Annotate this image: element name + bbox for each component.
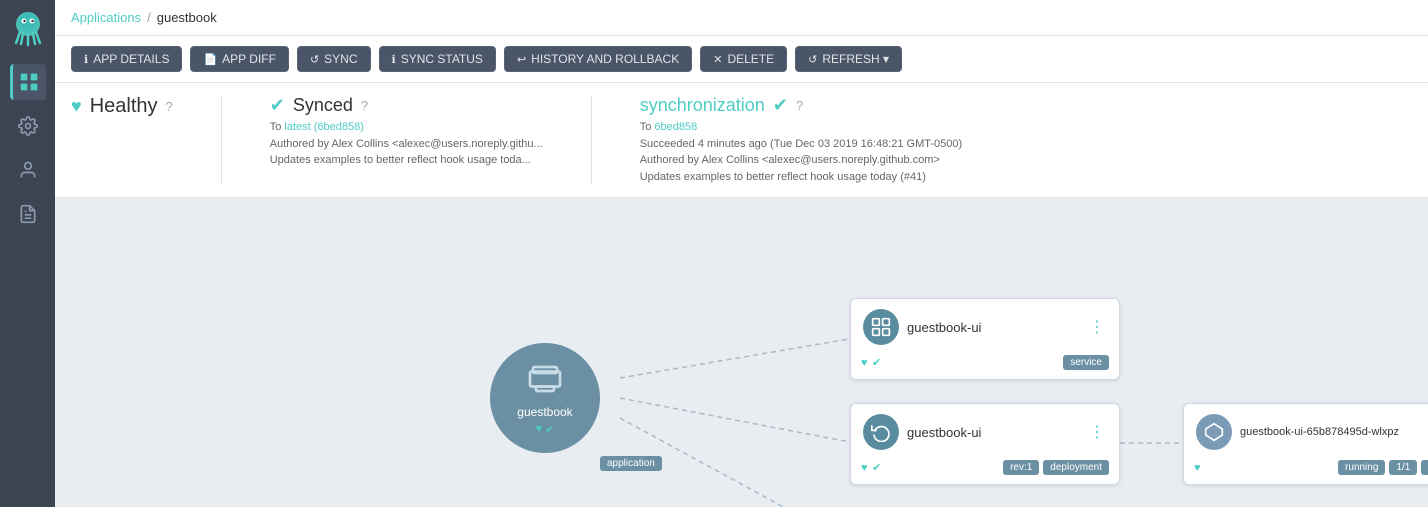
deployment-badges: rev:1 deployment <box>1003 460 1109 475</box>
refresh-button[interactable]: ↺ REFRESH ▾ <box>795 46 902 72</box>
sync-check-icon: ✔ <box>773 95 788 116</box>
pod-node-status: ♥ <box>1194 458 1201 476</box>
pod-node-header: guestbook-ui-65b878495d-wlxpz ⋮ <box>1184 404 1428 456</box>
service-node-status: ♥ ✔ <box>861 353 881 371</box>
sync-commit-link[interactable]: 6bed858 <box>654 121 697 133</box>
healthy-status: ♥ Healthy ? <box>71 95 173 118</box>
synced-label: Synced <box>293 95 353 116</box>
sync-meta: To 6bed858 Succeeded 4 minutes ago (Tue … <box>640 119 962 185</box>
synced-commit-link[interactable]: latest (6bed858) <box>284 121 364 133</box>
app-node-icon <box>527 361 563 405</box>
topbar: Applications / guestbook <box>55 0 1428 36</box>
info-icon: ℹ <box>84 53 88 66</box>
service-badge: service <box>1063 355 1109 370</box>
sync-author: Authored by Alex Collins <alexec@users.n… <box>640 154 940 166</box>
pod-node: guestbook-ui-65b878495d-wlxpz ⋮ ♥ runnin… <box>1183 403 1428 485</box>
app-node[interactable]: guestbook ♥ ✔ <box>490 343 600 453</box>
sidebar-item-docs[interactable] <box>10 196 46 232</box>
delete-icon: ✕ <box>713 53 722 66</box>
pod-icon <box>1196 414 1232 450</box>
statusbar: ♥ Healthy ? ✔ Synced ? To latest (6bed85… <box>55 83 1428 198</box>
deployment-icon <box>863 414 899 450</box>
heartbeat-icon: ♥ <box>71 96 82 117</box>
graph-area: guestbook ♥ ✔ application <box>55 198 1428 507</box>
synced-message: Updates examples to better reflect hook … <box>270 154 531 166</box>
deployment-node-menu[interactable]: ⋮ <box>1087 420 1107 444</box>
synced-meta: To latest (6bed858) Authored by Alex Col… <box>270 119 543 169</box>
deployment-node-status: ♥ ✔ <box>861 458 881 476</box>
refresh-icon: ↺ <box>808 53 817 66</box>
sidebar-item-user[interactable] <box>10 152 46 188</box>
deployment-node: guestbook-ui ⋮ ♥ ✔ rev:1 deployment <box>850 403 1120 485</box>
sync-status-section: synchronization ✔ ? To 6bed858 Succeeded… <box>640 95 962 185</box>
synced-check-icon: ✔ <box>270 95 285 116</box>
service-node-title: guestbook-ui <box>907 320 1079 335</box>
sync-status-button[interactable]: ℹ SYNC STATUS <box>379 46 496 72</box>
main-content: Applications / guestbook ℹ APP DETAILS 📄… <box>55 0 1428 507</box>
healthy-help-icon[interactable]: ? <box>166 99 173 114</box>
service-node: guestbook-ui ⋮ ♥ ✔ service <box>850 298 1120 380</box>
breadcrumb-apps-link[interactable]: Applications <box>71 10 141 25</box>
pod-badges: running 1/1 pod <box>1338 460 1428 475</box>
count-badge: 1/1 <box>1389 460 1417 475</box>
sync-button[interactable]: ↺ SYNC <box>297 46 371 72</box>
breadcrumb-separator: / <box>147 10 151 25</box>
synced-author: Authored by Alex Collins <alexec@users.n… <box>270 138 543 150</box>
synced-status: ✔ Synced ? To latest (6bed858) Authored … <box>270 95 543 169</box>
synced-help-icon[interactable]: ? <box>361 98 368 113</box>
running-badge: running <box>1338 460 1385 475</box>
app-details-button[interactable]: ℹ APP DETAILS <box>71 46 182 72</box>
sidebar <box>0 0 55 507</box>
sync-icon: ↺ <box>310 53 319 66</box>
sync-message: Updates examples to better reflect hook … <box>640 171 926 183</box>
history-rollback-button[interactable]: ↩ HISTORY AND ROLLBACK <box>504 46 692 72</box>
service-node-menu[interactable]: ⋮ <box>1087 315 1107 339</box>
app-logo <box>8 8 48 48</box>
sync-time: Succeeded 4 minutes ago (Tue Dec 03 2019… <box>640 138 962 150</box>
healthy-label: Healthy <box>90 95 158 118</box>
app-node-label: guestbook <box>517 405 572 419</box>
pod-badge: pod <box>1421 460 1428 475</box>
deployment-badge: deployment <box>1043 460 1109 475</box>
deployment-node-title: guestbook-ui <box>907 425 1079 440</box>
app-diff-button[interactable]: 📄 APP DIFF <box>190 46 289 72</box>
status-divider-2 <box>591 95 592 185</box>
sync-help-icon[interactable]: ? <box>796 98 803 113</box>
status-divider-1 <box>221 95 222 185</box>
sync-status-icon: ℹ <box>392 53 396 66</box>
app-badge: application <box>600 453 662 471</box>
rev-badge: rev:1 <box>1003 460 1039 475</box>
history-icon: ↩ <box>517 53 526 66</box>
toolbar: ℹ APP DETAILS 📄 APP DIFF ↺ SYNC ℹ SYNC S… <box>55 36 1428 83</box>
service-node-header: guestbook-ui ⋮ <box>851 299 1119 351</box>
service-icon <box>863 309 899 345</box>
sidebar-item-settings[interactable] <box>10 108 46 144</box>
delete-button[interactable]: ✕ DELETE <box>700 46 787 72</box>
pod-node-title: guestbook-ui-65b878495d-wlxpz <box>1240 426 1422 438</box>
deployment-node-header: guestbook-ui ⋮ <box>851 404 1119 456</box>
app-node-status: ♥ ✔ <box>536 423 555 436</box>
sync-title: synchronization <box>640 95 765 116</box>
sidebar-item-apps[interactable] <box>10 64 46 100</box>
breadcrumb: Applications / guestbook <box>71 10 217 25</box>
breadcrumb-current: guestbook <box>157 10 217 25</box>
diff-icon: 📄 <box>203 53 217 66</box>
